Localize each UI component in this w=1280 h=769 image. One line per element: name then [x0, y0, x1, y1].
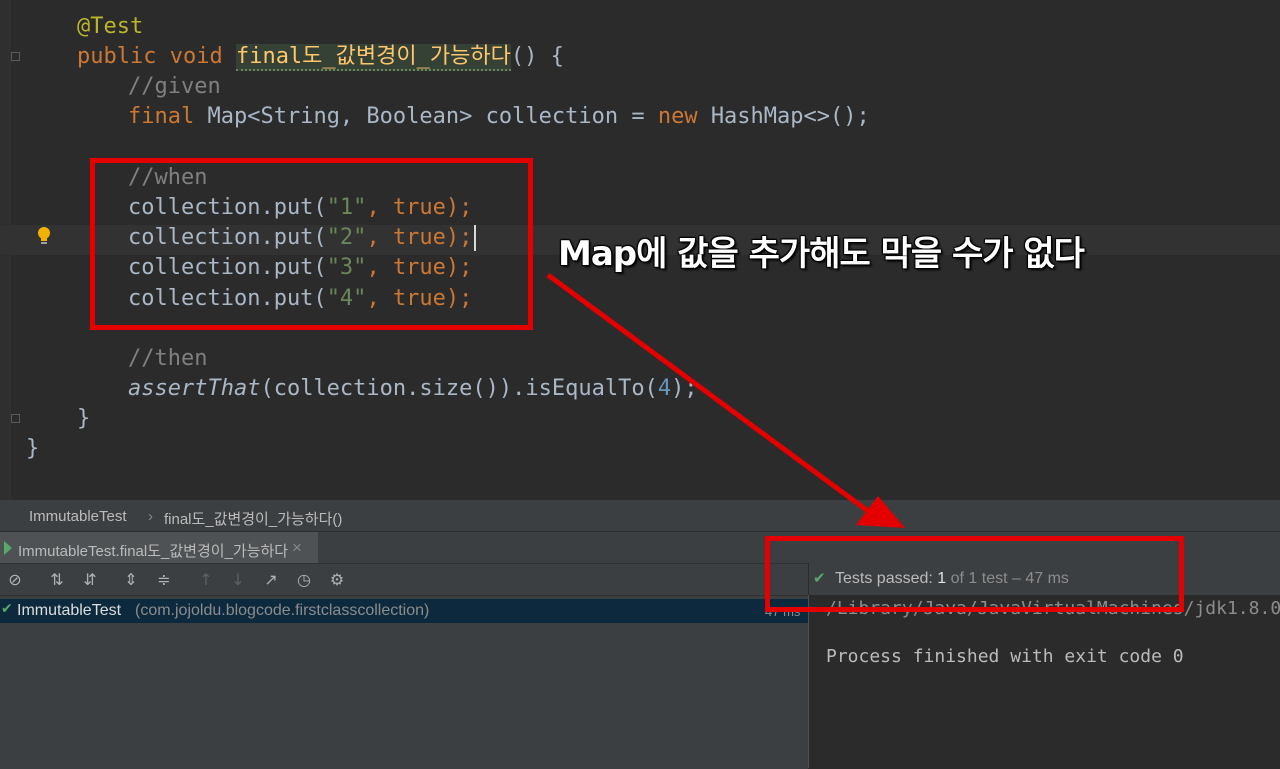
- check-icon: ✔: [1, 601, 13, 617]
- breadcrumb-class[interactable]: ImmutableTest: [29, 508, 127, 525]
- method-name: final도_값변경이_가능하다: [235, 44, 511, 71]
- code-line-12: //then: [128, 346, 208, 371]
- history-icon[interactable]: ◷: [294, 570, 314, 590]
- expand-all-icon[interactable]: ⇕: [121, 570, 141, 590]
- test-tree: ✔ ImmutableTest (com.jojoldu.blogcode.fi…: [0, 595, 808, 769]
- breadcrumb-separator: ›: [148, 508, 153, 525]
- code-line-1: @Test: [77, 14, 144, 39]
- collapse-all-icon[interactable]: ≑: [154, 570, 174, 590]
- console-output[interactable]: /Library/Java/JavaVirtualMachines/jdk1.8…: [808, 595, 1280, 768]
- annotation-text: Map에 값을 추가해도 막을 수가 없다: [558, 234, 1085, 274]
- up-icon[interactable]: ↑: [196, 570, 216, 590]
- export-icon[interactable]: ↗: [261, 570, 281, 590]
- code-line-4: final Map<String, Boolean> collection = …: [128, 104, 870, 129]
- breadcrumb: ImmutableTest › final도_값변경이_가능하다(): [0, 500, 1280, 531]
- code-line-14: }: [77, 406, 91, 431]
- run-tab-label: ImmutableTest.final도_값변경이_가능하다: [18, 543, 289, 560]
- code-line-15: }: [26, 436, 40, 461]
- run-icon: [4, 541, 12, 555]
- test-package: (com.jojoldu.blogcode.firstclasscollecti…: [135, 602, 430, 619]
- test-tree-row[interactable]: ✔ ImmutableTest (com.jojoldu.blogcode.fi…: [0, 599, 808, 623]
- down-icon[interactable]: ↓: [228, 570, 248, 590]
- highlight-box-test-result: [765, 536, 1184, 612]
- close-icon[interactable]: ×: [292, 538, 302, 558]
- sort-duration-icon[interactable]: ⇵: [80, 570, 100, 590]
- code-line-3: //given: [128, 74, 221, 99]
- code-line-2: public void final도_값변경이_가능하다() {: [77, 44, 564, 71]
- settings-icon[interactable]: ⚙: [327, 570, 347, 590]
- run-tab[interactable]: ImmutableTest.final도_값변경이_가능하다 ×: [0, 532, 318, 564]
- code-content[interactable]: @Test public void final도_값변경이_가능하다() { /…: [0, 12, 870, 465]
- sort-alpha-icon[interactable]: ⇅: [47, 570, 67, 590]
- stop-icon[interactable]: ⊘: [5, 570, 25, 590]
- code-line-13: assertThat(collection.size()).isEqualTo(…: [128, 376, 698, 401]
- highlight-box-put-calls: [90, 158, 533, 330]
- breadcrumb-method[interactable]: final도_값변경이_가능하다(): [164, 508, 342, 529]
- test-toolbar: ⊘ ⇅ ⇵ ⇕ ≑ ↑ ↓ ↗ ◷ ⚙: [0, 563, 808, 596]
- test-class-name: ImmutableTest: [17, 602, 122, 619]
- console-finish-line: Process finished with exit code 0: [826, 646, 1184, 667]
